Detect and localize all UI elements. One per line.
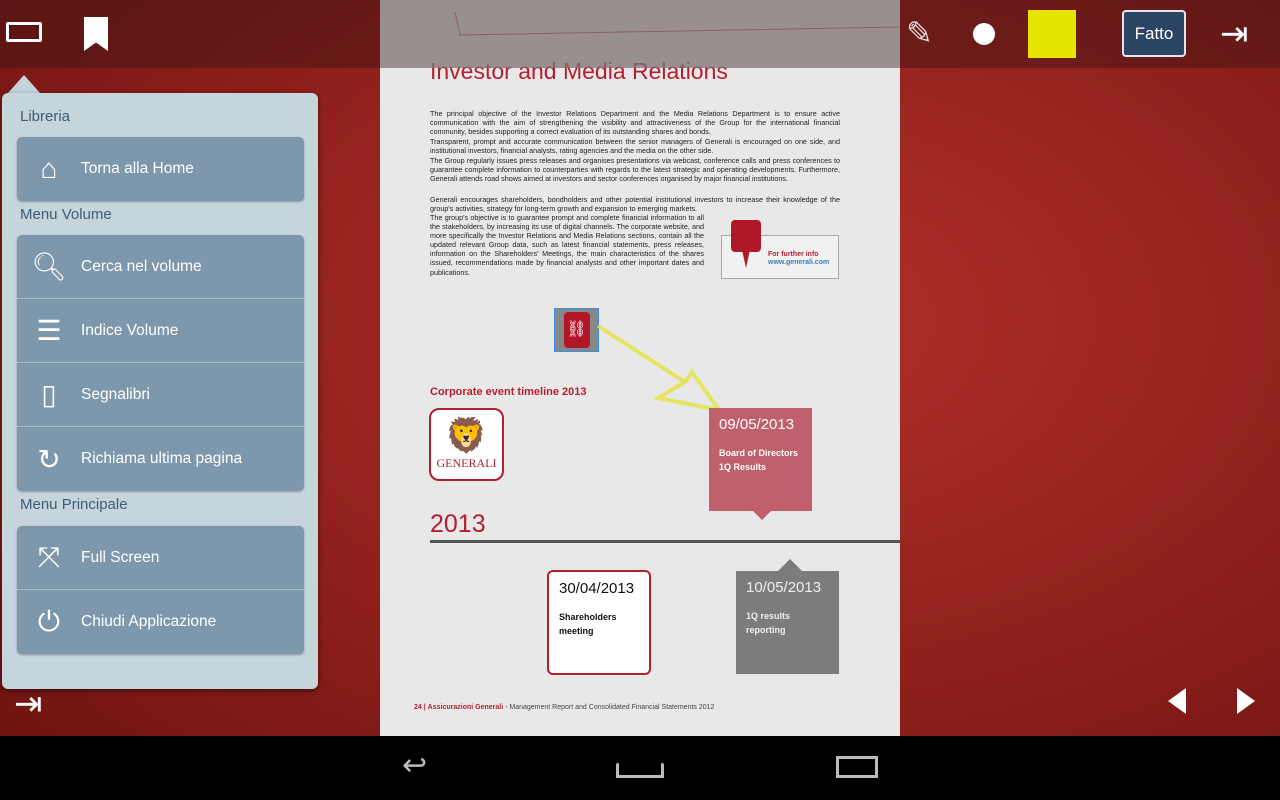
refresh-icon: ↻ <box>37 443 61 475</box>
home-icon: ⌂ <box>40 153 58 184</box>
power-icon: ⏻ <box>37 605 61 637</box>
next-page-icon[interactable] <box>1237 688 1255 714</box>
notebook-icon: ▯ <box>41 379 57 410</box>
year-label: 2013 <box>430 510 486 538</box>
list-icon: ☰ <box>36 315 62 346</box>
recents-icon[interactable] <box>836 756 878 778</box>
menu-item-close-app[interactable]: ⏻ Chiudi Applicazione <box>17 590 304 654</box>
search-icon: 🔍︎ <box>31 251 67 282</box>
menu-item-search[interactable]: 🔍︎ Cerca nel volume <box>17 235 304 299</box>
menu-item-index[interactable]: ☰ Indice Volume <box>17 299 304 363</box>
timeline-line <box>430 540 900 543</box>
fullscreen-icon: ⤧ <box>37 541 61 572</box>
page-footer: 24 | Assicurazioni Generali - Management… <box>414 704 715 711</box>
pencil-icon[interactable]: ✎ <box>906 14 933 52</box>
event-box: 09/05/2013 Board of Directors 1Q Results <box>709 408 812 511</box>
collapse-menu-icon[interactable]: ⇥ <box>14 684 43 724</box>
home-nav-icon[interactable] <box>616 756 664 778</box>
menu-item-home[interactable]: ⌂ Torna alla Home <box>17 137 304 201</box>
menu-item-last-page[interactable]: ↻ Richiama ultima pagina <box>17 427 304 491</box>
menu-item-fullscreen[interactable]: ⤧ Full Screen <box>17 526 304 590</box>
section-label: Libreria <box>20 108 71 125</box>
generali-logo: 🦁 GENERALI <box>429 408 504 481</box>
prev-page-icon[interactable] <box>1168 688 1186 714</box>
brush-size-icon[interactable] <box>973 23 995 45</box>
color-picker[interactable] <box>1028 10 1076 58</box>
event-box: 30/04/2013 Shareholders meeting <box>547 570 651 675</box>
done-button[interactable]: Fatto <box>1122 10 1186 57</box>
side-menu: Libreria ⌂ Torna alla Home Menu Volume 🔍︎… <box>2 93 318 689</box>
android-nav-bar: ↩ <box>0 736 1280 800</box>
event-box: 10/05/2013 1Q results reporting <box>736 571 839 674</box>
section-label: Menu Principale <box>20 496 128 513</box>
section-label: Menu Volume <box>20 206 112 223</box>
timeline-title: Corporate event timeline 2013 <box>430 386 587 398</box>
back-icon[interactable]: ↩ <box>402 748 427 783</box>
exit-arrow-icon[interactable]: ⇥ <box>1220 14 1249 54</box>
document-page: Investor and Media Relations The princip… <box>380 0 900 736</box>
menu-icon[interactable] <box>6 22 42 42</box>
menu-item-bookmarks[interactable]: ▯ Segnalibri <box>17 363 304 427</box>
